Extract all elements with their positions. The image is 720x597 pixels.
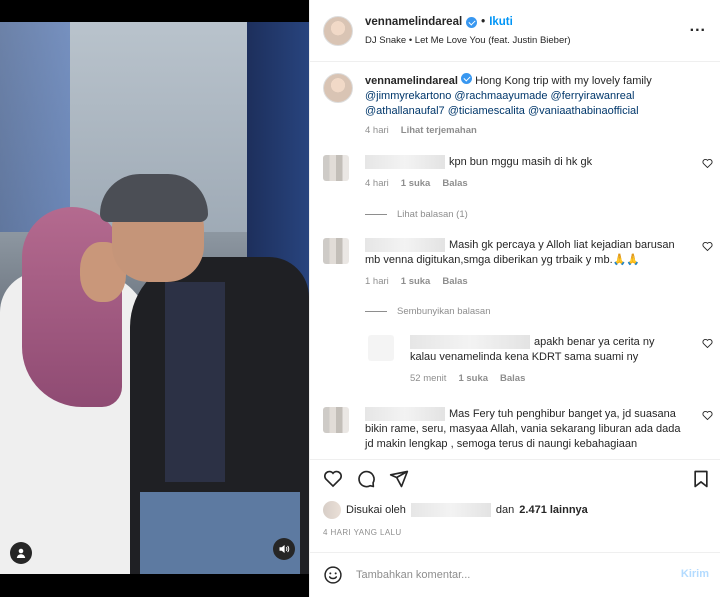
more-options-icon[interactable]: ...: [690, 18, 706, 36]
comment-time[interactable]: 1 hari: [365, 274, 389, 289]
hide-replies-button[interactable]: Sembunyikan balasan: [365, 306, 490, 317]
caption-mentions[interactable]: @jimmyrekartono @rachmaayumade @ferryira…: [365, 90, 639, 117]
like-comment-heart-icon[interactable]: [702, 410, 713, 421]
caption-avatar[interactable]: [323, 73, 353, 103]
verified-badge-icon: [461, 73, 472, 84]
comment-text: Mas Fery tuh penghibur banget ya, jd sua…: [365, 407, 685, 452]
add-comment-bar: Kirim: [310, 552, 720, 597]
blurred-username[interactable]: [410, 335, 530, 350]
comments-list[interactable]: vennamelindareal Hong Kong trip with my …: [310, 63, 720, 459]
author-avatar[interactable]: [323, 16, 353, 46]
like-heart-icon[interactable]: [323, 469, 343, 489]
like-reply-heart-icon[interactable]: [702, 338, 713, 349]
post-header: vennamelindareal • Ikuti DJ Snake • Let …: [310, 0, 720, 62]
like-comment-heart-icon[interactable]: [702, 241, 713, 252]
view-replies-label: Lihat balasan (1): [397, 209, 468, 220]
reply-likes[interactable]: 1 suka: [458, 371, 488, 386]
reply-button[interactable]: Balas: [442, 176, 467, 191]
caption-username[interactable]: vennamelindareal: [365, 75, 458, 87]
blurred-username[interactable]: [365, 155, 445, 170]
comment-time[interactable]: 4 hari: [365, 176, 389, 191]
commenter-avatar[interactable]: [323, 238, 349, 264]
caption-text: vennamelindareal Hong Kong trip with my …: [365, 73, 705, 138]
share-send-icon[interactable]: [389, 469, 409, 489]
reply-button[interactable]: Balas: [442, 274, 467, 289]
caption-meta: 4 hari Lihat terjemahan: [365, 123, 705, 138]
comment-input[interactable]: [356, 565, 656, 585]
likes-prefix: Disukai oleh: [346, 504, 406, 516]
man-cap: [100, 174, 208, 222]
divider-line: [365, 214, 387, 215]
comment-text: Masih gk percaya y Alloh liat kejadian b…: [365, 238, 685, 289]
separator-dot: •: [481, 16, 486, 28]
likes-summary: Disukai oleh dan 2.471 lainnya: [323, 501, 588, 519]
comment-likes[interactable]: 1 suka: [401, 176, 431, 191]
reply-text: apakh benar ya cerita ny kalau venamelin…: [410, 335, 680, 386]
author-row: vennamelindareal • Ikuti: [365, 16, 513, 28]
caption-time[interactable]: 4 hari: [365, 123, 389, 138]
post-actions: [310, 459, 720, 497]
replier-avatar[interactable]: [368, 335, 394, 361]
comment-likes[interactable]: 1 suka: [401, 274, 431, 289]
post-timestamp[interactable]: 4 HARI YANG LALU: [323, 528, 402, 537]
view-replies-button[interactable]: Lihat balasan (1): [365, 209, 468, 220]
caption-body: Hong Kong trip with my lovely family: [475, 75, 652, 87]
user-icon: [16, 548, 26, 558]
reply-button[interactable]: Balas: [500, 371, 525, 386]
comment-meta: 4 hari 1 suka Balas: [365, 176, 685, 191]
emoji-icon[interactable]: [323, 565, 343, 585]
reply-meta: 52 menit 1 suka Balas: [410, 371, 680, 386]
save-bookmark-icon[interactable]: [691, 469, 711, 489]
hide-replies-label: Sembunyikan balasan: [397, 306, 491, 317]
comment-text: kpn bun mggu masih di hk gk 4 hari 1 suk…: [365, 155, 685, 191]
woman-headscarf: [22, 207, 122, 407]
man-shirt: [165, 282, 225, 482]
speaker-icon: [279, 545, 290, 553]
blurred-username[interactable]: [365, 238, 445, 253]
liker-avatar[interactable]: [323, 501, 341, 519]
audio-track-link[interactable]: DJ Snake • Let Me Love You (feat. Justin…: [365, 35, 571, 46]
like-comment-heart-icon[interactable]: [702, 158, 713, 169]
sound-toggle-icon[interactable]: [273, 538, 295, 560]
likes-count[interactable]: 2.471 lainnya: [519, 504, 588, 516]
likes-connector: dan: [495, 504, 515, 516]
blurred-username[interactable]: [410, 503, 491, 517]
comment-bubble-icon[interactable]: [356, 469, 376, 489]
blurred-username[interactable]: [365, 407, 445, 422]
follow-button[interactable]: Ikuti: [489, 16, 513, 28]
translate-button[interactable]: Lihat terjemahan: [401, 123, 477, 138]
commenter-avatar[interactable]: [323, 407, 349, 433]
commenter-avatar[interactable]: [323, 155, 349, 181]
post-media[interactable]: [0, 0, 309, 597]
divider-line: [365, 311, 387, 312]
author-username[interactable]: vennamelindareal: [365, 16, 462, 28]
post-comment-button[interactable]: Kirim: [681, 568, 709, 580]
comment-body: kpn bun mggu masih di hk gk: [449, 156, 593, 168]
comment-meta: 1 hari 1 suka Balas: [365, 274, 685, 289]
post-sidebar: vennamelindareal • Ikuti DJ Snake • Let …: [309, 0, 720, 597]
verified-badge-icon: [466, 16, 478, 28]
reply-time[interactable]: 52 menit: [410, 371, 446, 386]
tagged-users-icon[interactable]: [10, 542, 32, 564]
man-jeans: [140, 492, 300, 574]
video-frame[interactable]: [0, 22, 309, 574]
